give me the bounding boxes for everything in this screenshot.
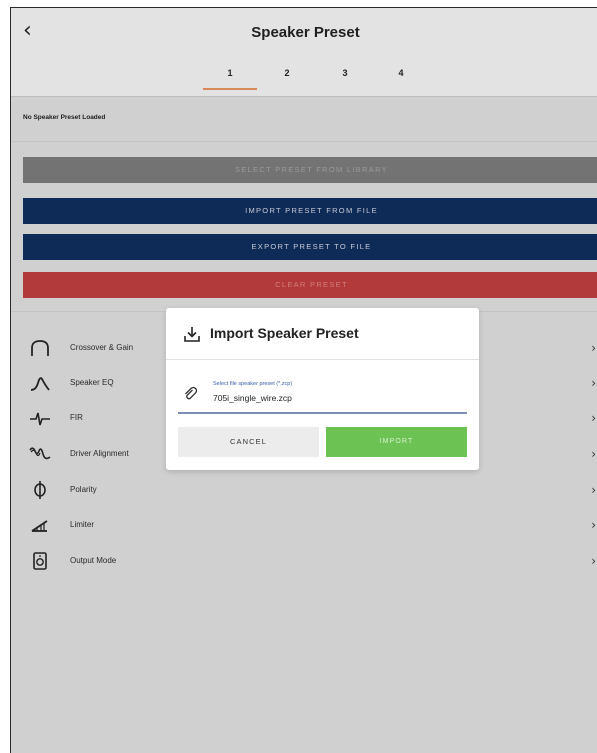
- chevron-right-icon: ›: [591, 447, 596, 461]
- file-field-value[interactable]: 705i_single_wire.zcp: [213, 393, 292, 403]
- dialog-title: Import Speaker Preset: [210, 325, 359, 341]
- export-preset-file-button[interactable]: EXPORT PRESET TO FILE: [23, 234, 597, 260]
- output-mode-icon: [33, 552, 47, 570]
- tab-2[interactable]: 2: [258, 62, 316, 94]
- paperclip-icon[interactable]: [183, 386, 197, 400]
- app-frame: ‹ Speaker Preset 1 2 3 4 No Speaker Pres…: [10, 7, 597, 753]
- list-item-label: Speaker EQ: [70, 378, 114, 387]
- list-item-label: Output Mode: [70, 556, 117, 565]
- chevron-right-icon: ›: [591, 411, 596, 425]
- driver-alignment-icon: [29, 447, 51, 460]
- header-bar: ‹ Speaker Preset 1 2 3 4: [11, 8, 597, 96]
- page-title: Speaker Preset: [251, 24, 360, 41]
- list-item-polarity[interactable]: Polarity ›: [11, 474, 597, 508]
- limiter-icon: [31, 520, 48, 532]
- list-item-label: FIR: [70, 413, 83, 422]
- cancel-button[interactable]: CANCEL: [178, 427, 319, 457]
- list-item-label: Polarity: [70, 485, 97, 494]
- chevron-right-icon: ›: [591, 376, 596, 390]
- file-field-label: Select file speaker preset (*.zcp): [213, 381, 293, 387]
- select-preset-library-button[interactable]: SELECT PRESET FROM LIBRARY: [23, 157, 597, 183]
- import-preset-file-button[interactable]: IMPORT PRESET FROM FILE: [23, 198, 597, 224]
- eq-curve-icon: [30, 377, 50, 391]
- tab-4[interactable]: 4: [372, 62, 430, 94]
- header-divider: [11, 96, 597, 97]
- chevron-right-icon: ›: [591, 518, 596, 532]
- crossover-icon: [31, 340, 49, 356]
- polarity-icon: [34, 481, 46, 499]
- list-item-label: Limiter: [70, 520, 95, 529]
- import-button[interactable]: IMPORT: [326, 427, 467, 457]
- download-icon: [184, 327, 200, 342]
- list-item-output-mode[interactable]: Output Mode ›: [11, 545, 597, 579]
- chevron-right-icon: ›: [591, 554, 596, 568]
- chevron-right-icon: ›: [591, 341, 596, 355]
- status-divider: [11, 141, 597, 142]
- tab-3[interactable]: 3: [316, 62, 374, 94]
- dialog-divider: [166, 359, 479, 360]
- list-item-label: Crossover & Gain: [70, 343, 134, 352]
- preset-status: No Speaker Preset Loaded: [23, 114, 106, 121]
- file-field-underline: [178, 412, 467, 414]
- clear-preset-button[interactable]: CLEAR PRESET: [23, 272, 597, 298]
- fir-icon: [30, 412, 50, 426]
- tab-1[interactable]: 1: [201, 62, 259, 94]
- list-item-label: Driver Alignment: [70, 449, 129, 458]
- import-preset-dialog: Import Speaker Preset Select file speake…: [166, 308, 479, 470]
- list-item-limiter[interactable]: Limiter ›: [11, 509, 597, 543]
- chevron-right-icon: ›: [591, 483, 596, 497]
